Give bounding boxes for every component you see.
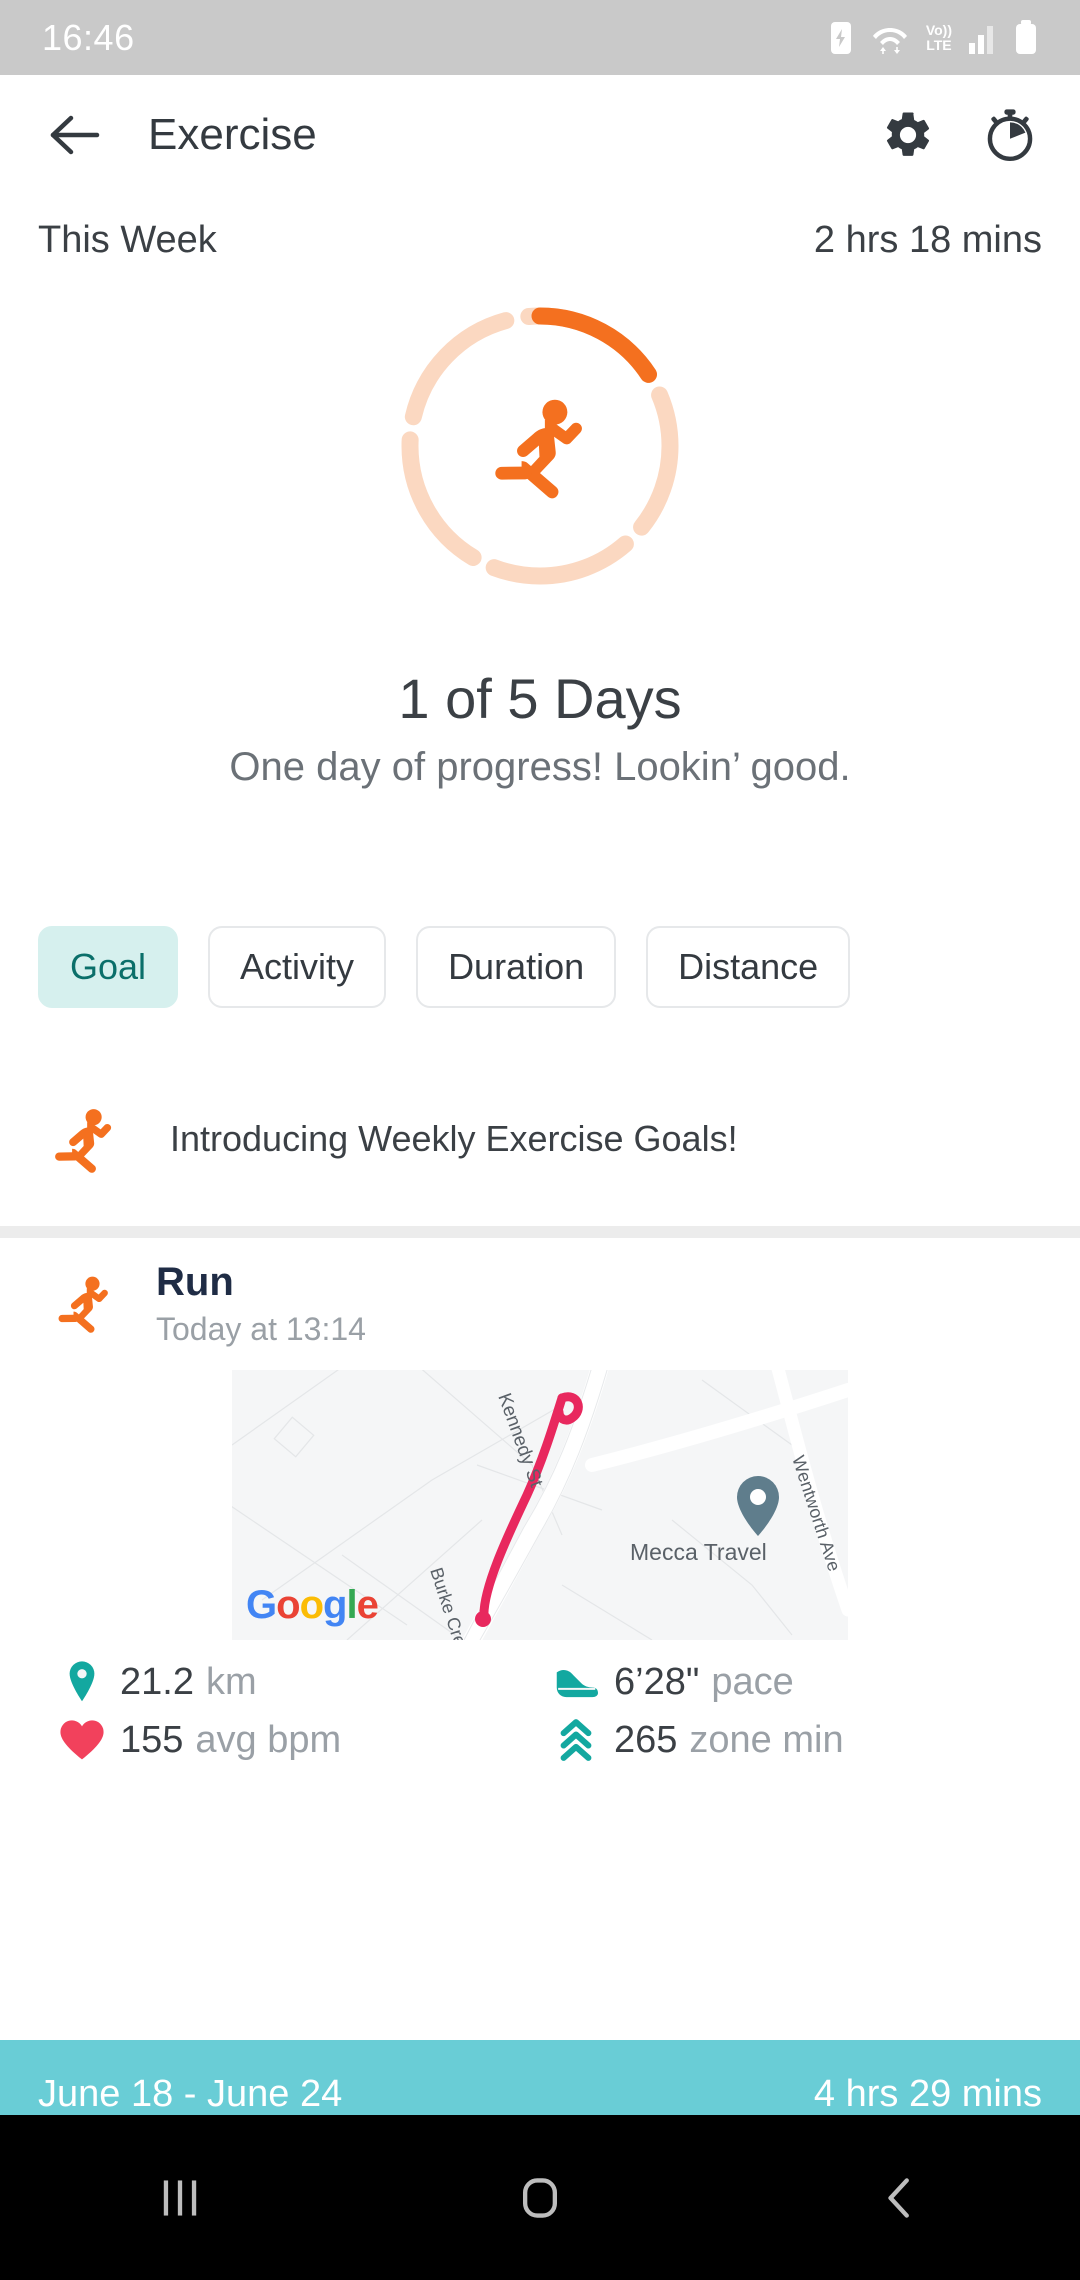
week-range-strip[interactable]: June 18 - June 24 4 hrs 29 mins xyxy=(0,2040,1080,2115)
heart-icon-wrap xyxy=(54,1719,110,1761)
stat-unit: zone min xyxy=(689,1719,843,1762)
week-range-total: 4 hrs 29 mins xyxy=(814,2075,1042,2113)
stopwatch-button[interactable] xyxy=(980,105,1040,165)
google-logo-letter: o xyxy=(276,1583,299,1627)
goal-headline: 1 of 5 Days xyxy=(0,666,1080,731)
back-icon xyxy=(873,2171,927,2225)
back-button[interactable] xyxy=(40,100,110,170)
map-label-mecca-travel: Mecca Travel xyxy=(630,1539,767,1565)
runner-icon xyxy=(47,1266,121,1340)
goal-progress-ring xyxy=(390,296,690,596)
google-logo-letter: e xyxy=(357,1583,378,1627)
promo-runner-icon-wrap xyxy=(38,1097,130,1181)
zone-chevrons-icon xyxy=(558,1718,594,1762)
location-pin-icon xyxy=(65,1660,99,1704)
home-button[interactable] xyxy=(480,2138,600,2258)
stopwatch-icon xyxy=(982,107,1038,163)
heart-icon xyxy=(59,1719,105,1761)
google-logo-letter: G xyxy=(246,1583,276,1627)
stat-pace: 6’28" pace xyxy=(548,1660,1042,1704)
promo-banner[interactable]: Introducing Weekly Exercise Goals! xyxy=(0,1084,1080,1194)
system-nav-bar xyxy=(0,2115,1080,2280)
week-total: 2 hrs 18 mins xyxy=(814,219,1042,262)
stat-value: 6’28" xyxy=(614,1661,699,1704)
chip-duration[interactable]: Duration xyxy=(416,926,616,1008)
chip-goal[interactable]: Goal xyxy=(38,926,178,1008)
wifi-icon xyxy=(870,20,910,56)
week-label: This Week xyxy=(38,219,217,262)
volte-icon: Vo)) LTE xyxy=(926,23,952,52)
shoe-icon xyxy=(554,1664,598,1700)
settings-button[interactable] xyxy=(878,105,938,165)
google-logo: Google xyxy=(246,1583,378,1628)
phone-screen: 16:46 Vo)) LTE xyxy=(0,0,1080,2280)
week-range-label: June 18 - June 24 xyxy=(38,2075,342,2113)
stat-heart-rate: 155 avg bpm xyxy=(54,1718,548,1762)
signal-icon xyxy=(968,21,998,55)
google-logo-letter: o xyxy=(300,1583,323,1627)
section-divider xyxy=(0,1226,1080,1238)
zone-chevrons-icon-wrap xyxy=(548,1718,604,1762)
run-card-header: Run Today at 13:14 xyxy=(38,1260,1042,1348)
location-pin-icon-wrap xyxy=(54,1660,110,1704)
stat-unit: avg bpm xyxy=(195,1719,341,1762)
stat-value: 155 xyxy=(120,1719,183,1762)
run-stats-grid: 21.2 km 6’28" pace 15 xyxy=(38,1660,1042,1762)
status-icons: Vo)) LTE xyxy=(828,20,1038,56)
runner-icon xyxy=(42,1097,126,1181)
home-icon xyxy=(513,2171,567,2225)
stat-distance: 21.2 km xyxy=(54,1660,548,1704)
runner-icon xyxy=(475,381,605,511)
run-timestamp: Today at 13:14 xyxy=(156,1311,366,1348)
promo-text: Introducing Weekly Exercise Goals! xyxy=(170,1118,738,1160)
shoe-icon-wrap xyxy=(548,1664,604,1700)
gear-icon xyxy=(881,108,935,162)
chip-distance[interactable]: Distance xyxy=(646,926,850,1008)
stat-value: 265 xyxy=(614,1719,677,1762)
recents-icon xyxy=(153,2171,207,2225)
app-bar-actions xyxy=(878,105,1040,165)
chip-activity[interactable]: Activity xyxy=(208,926,386,1008)
page-title: Exercise xyxy=(148,110,878,160)
run-icon-wrap xyxy=(38,1260,130,1340)
week-summary-row: This Week 2 hrs 18 mins xyxy=(0,195,1080,262)
run-route-map[interactable]: Kennedy St Burke Cres Wentworth Ave Mecc… xyxy=(232,1370,848,1640)
filter-chip-row: Goal Activity Duration Distance xyxy=(0,926,1080,1008)
status-bar: 16:46 Vo)) LTE xyxy=(0,0,1080,75)
goal-ring-section xyxy=(0,296,1080,596)
app-bar: Exercise xyxy=(0,75,1080,195)
stat-zone-minutes: 265 zone min xyxy=(548,1718,1042,1762)
stat-unit: km xyxy=(206,1661,257,1704)
back-arrow-icon xyxy=(47,112,103,158)
volte-bottom: LTE xyxy=(926,38,951,52)
battery-saver-icon xyxy=(828,20,854,56)
stat-unit: pace xyxy=(711,1661,793,1704)
run-title: Run xyxy=(156,1260,366,1305)
recents-button[interactable] xyxy=(120,2138,240,2258)
stat-value: 21.2 xyxy=(120,1661,194,1704)
goal-subtitle: One day of progress! Lookin’ good. xyxy=(0,745,1080,790)
status-time: 16:46 xyxy=(42,17,135,59)
run-card-title-block: Run Today at 13:14 xyxy=(156,1260,366,1348)
run-activity-card[interactable]: Run Today at 13:14 xyxy=(0,1238,1080,1762)
volte-top: Vo)) xyxy=(926,23,952,37)
nav-back-button[interactable] xyxy=(840,2138,960,2258)
google-logo-letter: l xyxy=(346,1583,356,1627)
battery-icon xyxy=(1014,20,1038,56)
google-logo-letter: g xyxy=(323,1583,346,1627)
